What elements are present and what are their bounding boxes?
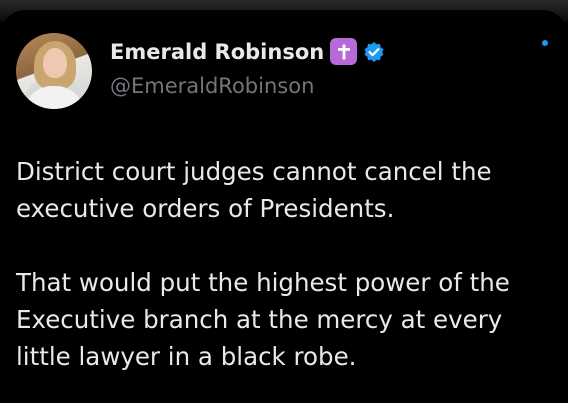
author-display-name[interactable]: Emerald Robinson: [110, 40, 324, 64]
avatar-body: [24, 86, 84, 109]
latin-cross-icon: [330, 38, 358, 65]
unread-indicator-icon: [542, 40, 548, 46]
author-name-row: Emerald Robinson: [110, 38, 385, 65]
post-paragraph-1: District court judges cannot cancel the …: [16, 157, 492, 223]
avatar-face: [43, 48, 67, 78]
avatar[interactable]: [16, 33, 92, 109]
author-handle[interactable]: @EmeraldRobinson: [110, 74, 314, 98]
post-paragraph-2: That would put the highest power of the …: [16, 268, 510, 371]
post-body: District court judges cannot cancel the …: [16, 153, 561, 403]
verified-badge-icon[interactable]: [363, 41, 385, 63]
